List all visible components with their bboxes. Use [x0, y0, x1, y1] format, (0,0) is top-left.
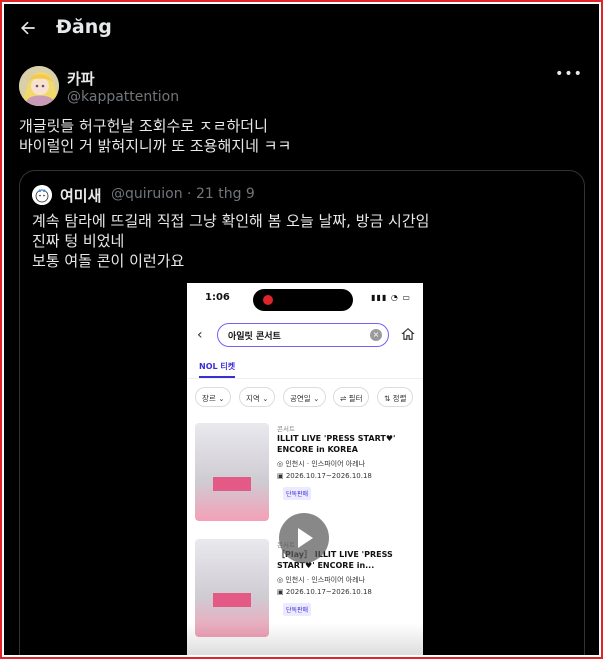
result-location: ◎ 인천시 · 인스파이어 아레나: [277, 460, 366, 468]
app-tab-row: NOL 티켓: [187, 355, 423, 379]
post-text-line: 개글릿들 허구헌날 조회수로 ㅈㄹ하더니: [19, 117, 268, 135]
signal-battery-icon: ▮▮▮ ◔ ▭: [371, 293, 411, 302]
result-date: ▣ 2026.10.17~2026.10.18: [277, 588, 372, 596]
quote-text-line: 진짜 텅 비었네: [32, 232, 125, 250]
filter-chip: ⇌ 필터: [333, 387, 370, 407]
app-tab-underline: [199, 376, 235, 378]
result-title: ILLIT LIVE 'PRESS START♥' ENCORE in KORE…: [277, 434, 396, 454]
result-date: ▣ 2026.10.17~2026.10.18: [277, 472, 372, 480]
app-filter-row: 장르 ⌄ 지역 ⌄ 공연일 ⌄ ⇌ 필터 ⇅ 정렬: [195, 387, 423, 407]
filter-chip: 지역 ⌄: [239, 387, 276, 407]
record-dot-icon: [263, 295, 273, 305]
quote-text-line: 계속 탐라에 뜨길래 직접 그냥 확인해 봄 오늘 날짜, 방금 시간임: [32, 212, 430, 230]
top-bar: Đăng: [4, 4, 599, 54]
app-tab: NOL 티켓: [199, 362, 236, 371]
back-arrow-icon[interactable]: [18, 18, 38, 38]
video-shade: [187, 623, 423, 655]
dynamic-island: [253, 289, 353, 311]
quote-text-line: 보통 여돌 콘이 이런가요: [32, 252, 185, 270]
result-location: ◎ 인천시 · 인스파이어 아레나: [277, 576, 366, 584]
quote-author-meta[interactable]: @quiruion · 21 thg 9: [111, 186, 255, 202]
author-handle[interactable]: @kappattention: [67, 89, 179, 105]
filter-chip: ⇅ 정렬: [377, 387, 414, 407]
app-search-text: 아일릿 콘서트: [228, 332, 281, 342]
window-frame: Đăng 카파 @kappattention ••• 개글릿들 허구헌날 조회수…: [0, 0, 603, 659]
phone-status-bar: 1:06 ▮▮▮ ◔ ▭: [187, 283, 423, 315]
page-title: Đăng: [56, 16, 112, 38]
result-category: 콘서트: [277, 425, 295, 433]
more-icon[interactable]: •••: [555, 64, 582, 84]
home-icon: [401, 327, 415, 340]
app-search-row: ‹ 아일릿 콘서트 ×: [187, 319, 423, 349]
search-clear-icon: ×: [370, 329, 382, 341]
play-icon: [298, 528, 313, 548]
play-button[interactable]: [279, 513, 329, 563]
avatar-illustration: [19, 66, 59, 106]
quote-media-video[interactable]: 1:06 ▮▮▮ ◔ ▭ ‹ 아일릿 콘서트 × NOL 티켓 장르 ⌄ 지역 …: [187, 283, 423, 655]
filter-chip: 장르 ⌄: [195, 387, 232, 407]
result-badge: 단독판매: [283, 487, 312, 500]
result-badge: 단독판매: [283, 603, 312, 616]
quoted-post[interactable]: 여미새 @quiruion · 21 thg 9 계속 탐라에 뜨길래 직접 그…: [19, 170, 585, 655]
quote-avatar[interactable]: [32, 185, 52, 205]
post-text: 개글릿들 허구헌날 조회수로 ㅈㄹ하더니 바이럴인 거 밝혀지니까 또 조용해지…: [19, 116, 579, 156]
quote-avatar-illustration: [32, 185, 52, 205]
status-time: 1:06: [205, 292, 230, 303]
app-back-icon: ‹: [197, 327, 203, 343]
post-text-line: 바이럴인 거 밝혀지니까 또 조용해지네 ㅋㅋ: [19, 137, 292, 155]
quote-text: 계속 탐라에 뜨길래 직접 그냥 확인해 봄 오늘 날짜, 방금 시간임 진짜 …: [32, 211, 429, 271]
filter-chip: 공연일 ⌄: [283, 387, 327, 407]
avatar[interactable]: [19, 66, 59, 106]
post-page: Đăng 카파 @kappattention ••• 개글릿들 허구헌날 조회수…: [4, 4, 599, 655]
quote-author-name[interactable]: 여미새: [60, 185, 101, 206]
result-poster: [195, 423, 269, 521]
author-name[interactable]: 카파: [67, 68, 95, 89]
result-card: 콘서트 ILLIT LIVE 'PRESS START♥' ENCORE in …: [195, 423, 419, 523]
app-search-box: 아일릿 콘서트 ×: [217, 323, 389, 347]
